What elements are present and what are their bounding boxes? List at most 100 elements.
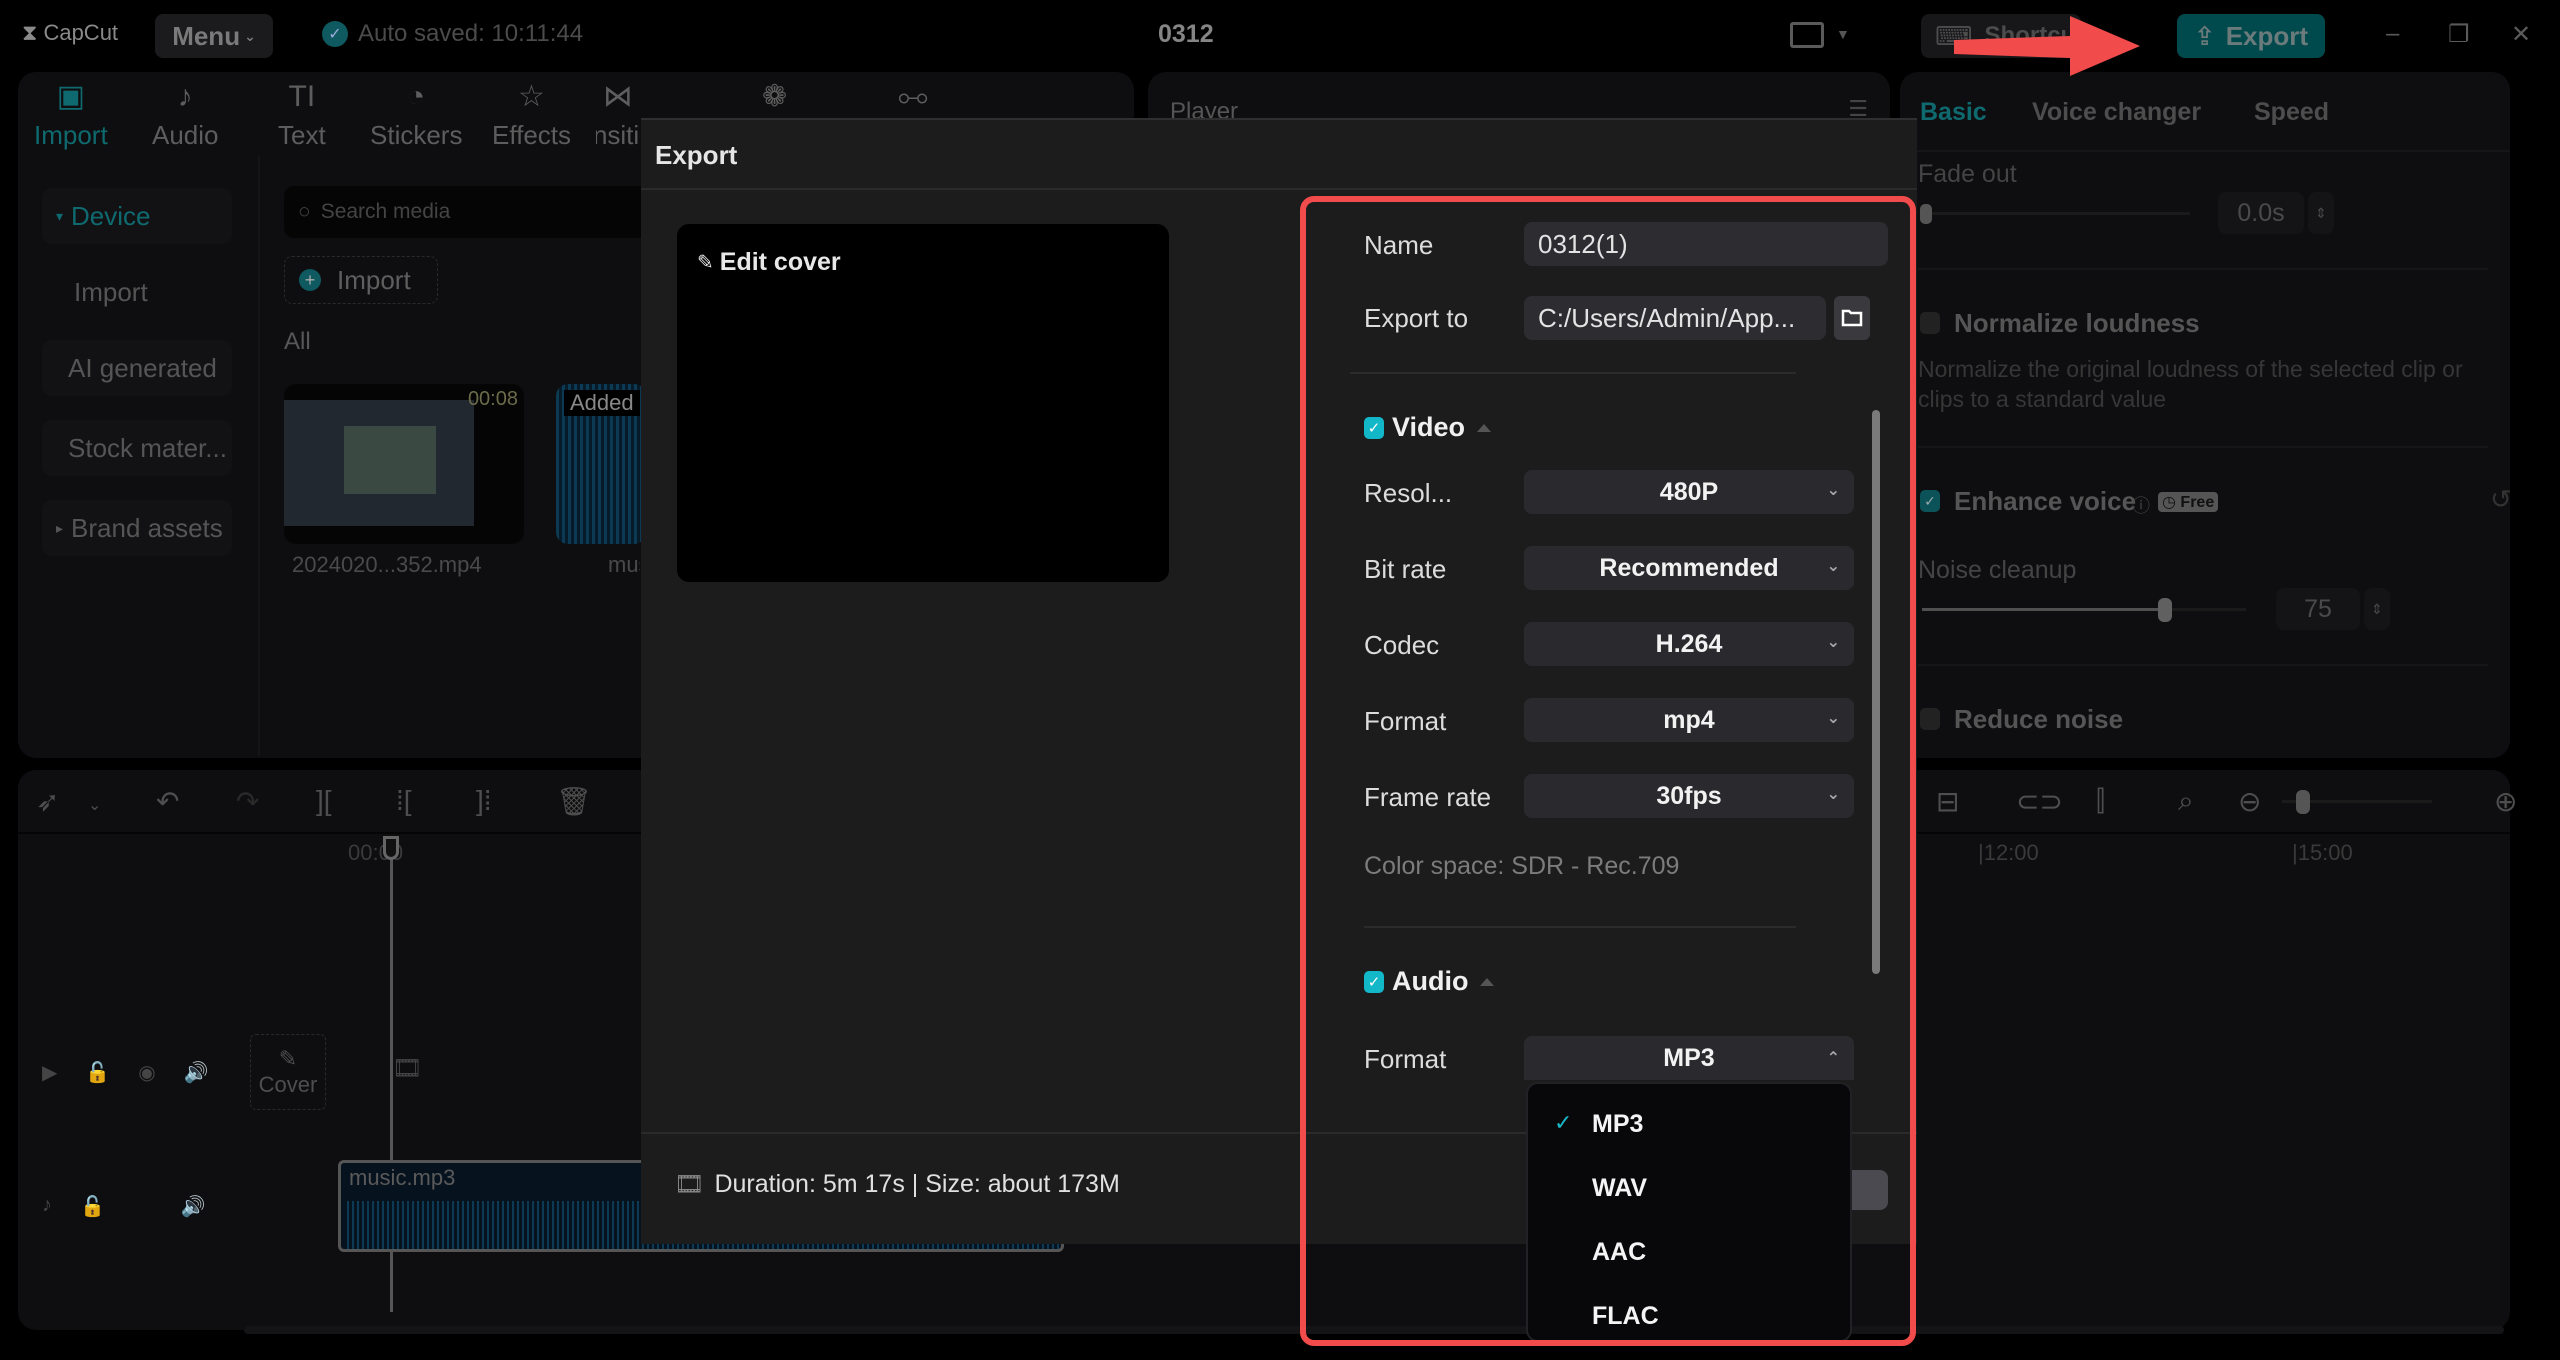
option-label: AAC	[1592, 1238, 1647, 1266]
tab-effects[interactable]: ☆ Effects	[492, 78, 571, 151]
video-format-select[interactable]: mp4 ⌄	[1524, 698, 1854, 742]
trim-right-icon[interactable]: ]⁞	[476, 785, 492, 817]
filter-all[interactable]: All	[284, 328, 311, 356]
lock-icon[interactable]: 🔓	[85, 1060, 110, 1085]
sidebar-label: AI generated	[68, 352, 217, 383]
media-item-video[interactable]: 00:08	[284, 384, 524, 544]
tab-filters[interactable]: ❁	[762, 78, 787, 116]
delete-icon[interactable]: 🗑	[556, 785, 592, 818]
reset-icon[interactable]: ↺	[2490, 484, 2512, 515]
chevron-down-icon: ⌄	[1826, 482, 1840, 499]
audio-section-header[interactable]: ✓ Audio	[1364, 966, 1495, 997]
eye-icon[interactable]: ◉	[138, 1060, 155, 1085]
audio-checkbox[interactable]: ✓	[1364, 970, 1384, 993]
volume-icon[interactable]: 🔊	[181, 1194, 206, 1219]
tab-basic[interactable]: Basic	[1920, 98, 1987, 127]
enhance-voice-checkbox[interactable]: ✓	[1920, 490, 1940, 512]
color-space-note: Color space: SDR - Rec.709	[1364, 852, 1680, 880]
split-view-icon[interactable]: ⫿	[2096, 785, 2105, 818]
export-label: Export	[2225, 20, 2309, 51]
bitrate-select[interactable]: Recommended ⌄	[1524, 546, 1854, 590]
redo-icon[interactable]: ↷	[236, 785, 259, 818]
minimize-button[interactable]: –	[2386, 20, 2399, 48]
undo-icon[interactable]: ↶	[156, 785, 179, 818]
edit-cover-button[interactable]: ✎ Edit cover	[697, 248, 841, 277]
cover-button[interactable]: ✎ Cover	[250, 1034, 326, 1110]
select-tool-icon[interactable]: ➶	[36, 785, 59, 818]
tab-import[interactable]: ▣ Import	[34, 78, 108, 151]
collapse-icon[interactable]	[1480, 977, 1495, 986]
tab-stickers[interactable]: ◔ Stickers	[370, 78, 462, 151]
noise-cleanup-slider[interactable]	[1922, 598, 2246, 622]
media-item-audio[interactable]: Added	[556, 384, 646, 544]
frame-rate-select[interactable]: 30fps ⌄	[1524, 774, 1854, 818]
tab-text[interactable]: TI Text	[278, 78, 326, 151]
stickers-icon: ◔	[407, 80, 426, 113]
caret-down-icon: ▾	[56, 207, 64, 224]
slider-handle[interactable]	[2158, 598, 2172, 622]
stepper-icon[interactable]: ⇕	[2308, 192, 2334, 234]
zoom-in-icon[interactable]: ⊕	[2494, 785, 2517, 818]
enhance-voice-label: Enhance voice	[1954, 486, 2137, 516]
lock-icon[interactable]: 🔓	[80, 1194, 105, 1219]
reduce-noise-checkbox[interactable]	[1920, 708, 1940, 730]
video-section-header[interactable]: ✓ Video	[1364, 412, 1492, 443]
sidebar-item-stock[interactable]: Stock mater...	[42, 420, 232, 476]
slider-handle[interactable]	[2296, 790, 2310, 814]
codec-select[interactable]: H.264 ⌄	[1524, 622, 1854, 666]
media-search-input[interactable]: ○ Search media	[284, 186, 684, 238]
tab-audio[interactable]: ♪ Audio	[152, 78, 219, 151]
auto-snap-icon[interactable]: ⊟	[1936, 785, 1959, 818]
sidebar-item-ai-generated[interactable]: AI generated	[42, 340, 232, 396]
collapse-icon[interactable]	[1477, 423, 1492, 432]
chevron-down-icon[interactable]: ⌄	[88, 795, 101, 815]
sidebar-item-import[interactable]: Import	[42, 264, 232, 320]
restore-button[interactable]: ❐	[2448, 20, 2470, 49]
stepper-icon[interactable]: ⇕	[2364, 588, 2390, 630]
export-button[interactable]: ⇪ Export	[2177, 14, 2325, 58]
settings-scrollbar[interactable]	[1872, 410, 1880, 974]
name-input[interactable]: 0312(1)	[1524, 222, 1888, 266]
menu-button[interactable]: Menu ⌄	[155, 14, 273, 58]
browse-folder-button[interactable]	[1834, 296, 1870, 340]
resolution-select[interactable]: 480P ⌄	[1524, 470, 1854, 514]
layout-icon[interactable]	[1790, 22, 1824, 48]
slider-handle[interactable]	[1920, 204, 1932, 224]
timeline-scrollbar[interactable]	[244, 1326, 2504, 1334]
volume-icon[interactable]: 🔊	[184, 1060, 209, 1085]
audio-format-select[interactable]: MP3 ⌃	[1524, 1036, 1854, 1080]
noise-cleanup-value[interactable]: 75	[2276, 588, 2360, 630]
dropdown-option-wav[interactable]: WAV	[1528, 1166, 1850, 1210]
frame-rate-value: 30fps	[1656, 781, 1722, 810]
tab-voice-changer[interactable]: Voice changer	[2032, 98, 2201, 127]
normalize-checkbox[interactable]	[1920, 312, 1940, 334]
link-icon[interactable]: ⊂⊃	[2016, 785, 2063, 818]
export-path-input[interactable]: C:/Users/Admin/App...	[1524, 296, 1826, 340]
help-icon[interactable]: ⓘ	[2132, 492, 2150, 518]
codec-value: H.264	[1655, 629, 1723, 658]
trim-left-icon[interactable]: ⁞[	[396, 785, 412, 817]
dropdown-option-flac[interactable]: FLAC	[1528, 1294, 1850, 1338]
tab-adjustment[interactable]: ⧟	[898, 78, 928, 116]
dropdown-option-mp3[interactable]: ✓ MP3	[1528, 1102, 1850, 1146]
zoom-out-icon[interactable]: ⊖	[2238, 785, 2261, 818]
caret-down-icon[interactable]: ▼	[1836, 26, 1850, 42]
sidebar-item-device[interactable]: ▾ Device	[42, 188, 232, 244]
frame-rate-label: Frame rate	[1364, 782, 1492, 812]
fade-out-slider[interactable]	[1920, 204, 2190, 224]
video-track-controls: ▶ 🔓 ◉ 🔊	[42, 1060, 209, 1085]
playhead-handle[interactable]	[383, 836, 399, 860]
split-icon[interactable]: ][	[316, 785, 332, 817]
import-media-button[interactable]: + Import	[284, 256, 438, 304]
video-checkbox[interactable]: ✓	[1364, 416, 1384, 439]
tab-transitions[interactable]: ⋈ Transitions	[596, 78, 640, 151]
cover-preview[interactable]: ✎ Edit cover	[677, 224, 1169, 582]
fade-out-value[interactable]: 0.0s	[2218, 192, 2304, 234]
zoom-fit-icon[interactable]: ⌕	[2178, 785, 2194, 818]
close-button[interactable]: ✕	[2511, 20, 2531, 49]
dropdown-option-aac[interactable]: AAC	[1528, 1230, 1850, 1274]
sidebar-item-brand-assets[interactable]: ▸ Brand assets	[42, 500, 232, 556]
tab-speed[interactable]: Speed	[2254, 98, 2329, 127]
timeline-zoom-slider[interactable]	[2282, 790, 2432, 814]
